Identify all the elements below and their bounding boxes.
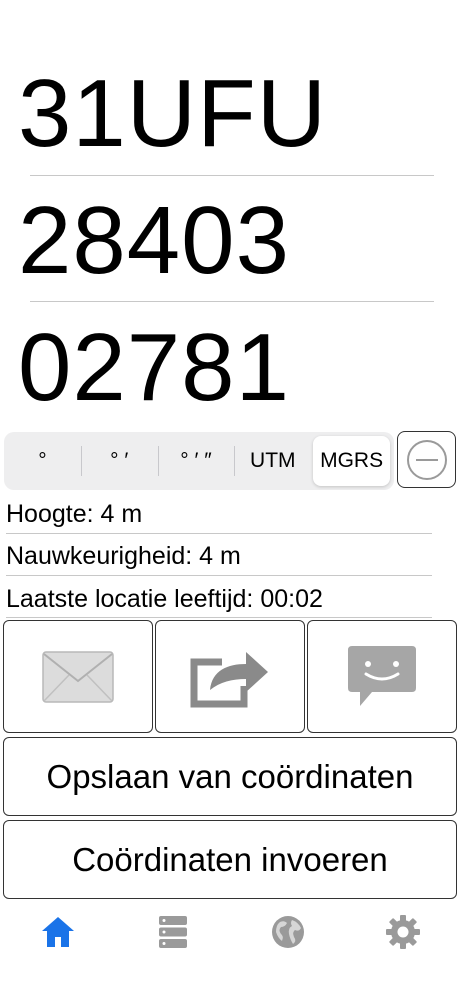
format-option-mgrs[interactable]: MGRS	[313, 436, 390, 486]
divider	[30, 301, 434, 302]
accuracy-text: Nauwkeurigheid: 4 m	[6, 542, 241, 570]
share-button[interactable]	[155, 620, 305, 733]
database-icon	[158, 916, 187, 948]
share-arrow-icon	[190, 651, 268, 707]
tab-map[interactable]	[230, 902, 345, 972]
globe-icon	[271, 916, 304, 948]
home-indicator	[155, 982, 305, 987]
tab-saved[interactable]	[115, 902, 230, 972]
email-button[interactable]	[3, 620, 153, 733]
mgrs-easting: 28403	[18, 187, 290, 294]
mgrs-northing: 02781	[18, 314, 290, 421]
tab-home[interactable]	[0, 902, 115, 972]
message-button[interactable]	[307, 620, 457, 733]
gear-icon	[385, 915, 420, 949]
location-age-text: Laatste locatie leeftijd: 00:02	[6, 585, 323, 613]
format-option-degrees-minutes[interactable]: ° ′	[80, 436, 158, 486]
save-coordinates-button[interactable]: Opslaan van coördinaten	[3, 737, 457, 816]
chat-bubble-icon	[348, 645, 416, 706]
tab-settings[interactable]	[345, 902, 460, 972]
enter-coordinates-button[interactable]: Coördinaten invoeren	[3, 820, 457, 899]
minus-circle-icon	[406, 439, 447, 480]
format-option-degrees[interactable]: °	[4, 436, 81, 486]
coordinate-format-selector: ° ° ′ ° ′ ″ UTM MGRS	[4, 432, 394, 490]
home-icon	[41, 917, 74, 947]
altitude-text: Hoogte: 4 m	[6, 500, 143, 528]
divider	[6, 617, 432, 618]
tab-bar	[0, 902, 460, 972]
divider	[30, 175, 434, 176]
mgrs-zone-square: 31UFU	[18, 60, 328, 167]
divider	[6, 575, 432, 576]
format-option-degrees-minutes-seconds[interactable]: ° ′ ″	[157, 436, 235, 486]
format-option-utm[interactable]: UTM	[234, 436, 311, 486]
divider	[6, 533, 432, 534]
remove-button[interactable]	[397, 431, 456, 488]
envelope-icon	[42, 650, 114, 703]
